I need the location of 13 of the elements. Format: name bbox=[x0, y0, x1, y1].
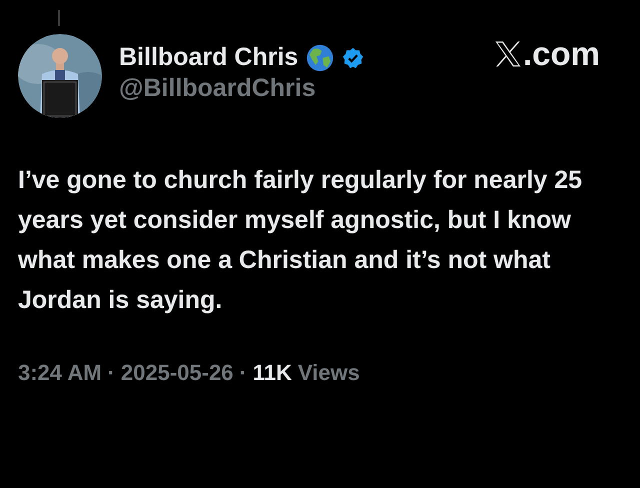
author-name[interactable]: Billboard Chris bbox=[119, 43, 298, 72]
post-date[interactable]: 2025-05-26 bbox=[120, 360, 234, 386]
views-label: Views bbox=[298, 360, 360, 386]
x-logo-icon bbox=[492, 39, 523, 69]
author-handle[interactable]: @BillboardChris bbox=[119, 74, 364, 103]
separator-dot: · bbox=[239, 360, 247, 386]
globe-icon bbox=[306, 44, 334, 72]
post-time[interactable]: 3:24 AM bbox=[18, 360, 102, 386]
views-count: 11K bbox=[252, 360, 292, 386]
brand-text: .com bbox=[522, 35, 600, 73]
post-text: I’ve gone to church fairly regularly for nearly 25 years yet consider myself agnostic, but I know what makes one a Christian and it’s not what Jordan is saying. bbox=[18, 165, 584, 316]
separator-dot: · bbox=[108, 360, 115, 386]
thread-line bbox=[58, 10, 60, 26]
